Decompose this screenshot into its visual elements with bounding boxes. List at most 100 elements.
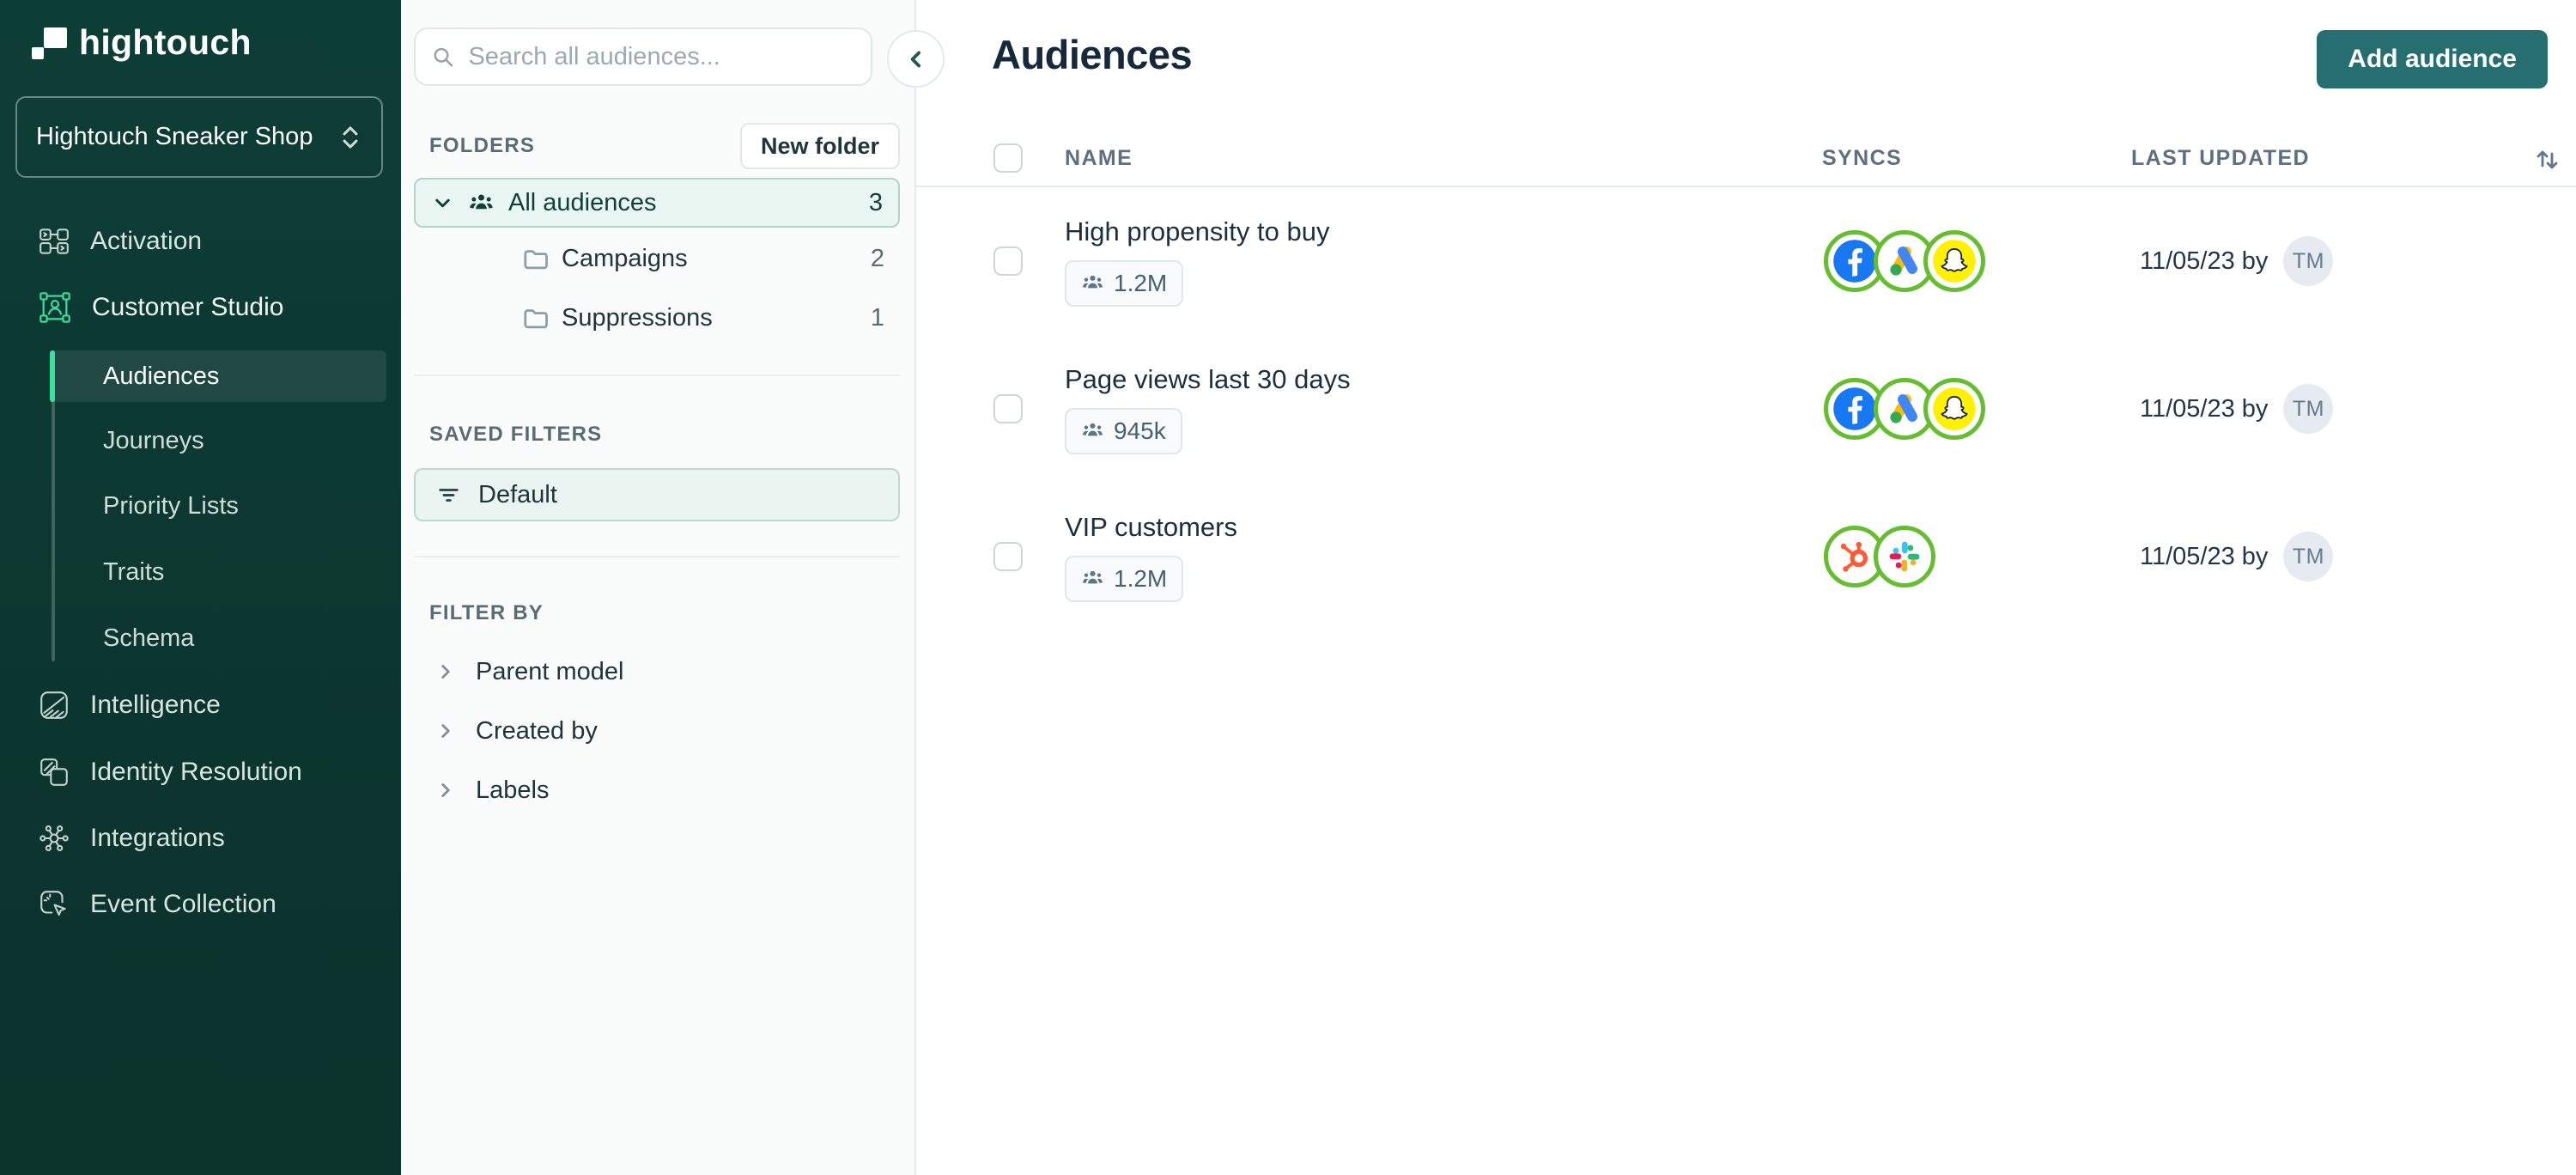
brand-name: hightouch <box>79 22 252 62</box>
sidebar-item-schema[interactable]: Schema <box>103 606 194 670</box>
hightouch-logo[interactable]: hightouch <box>29 22 252 63</box>
folder-all-audiences[interactable]: All audiences 3 <box>414 178 900 228</box>
sidebar-item-customer-studio[interactable]: Customer Studio <box>0 276 401 339</box>
sidebar-item-event-collection[interactable]: Event Collection <box>0 873 401 936</box>
identity-resolution-icon <box>40 758 68 786</box>
sidebar-item-label: Identity Resolution <box>90 758 302 786</box>
snapchat-sync[interactable] <box>1923 230 1985 292</box>
last-updated-cell: 11/05/23 by TM <box>2140 187 2334 335</box>
chevron-down-icon <box>435 198 450 207</box>
slack-sync[interactable] <box>1874 526 1935 588</box>
divider <box>414 374 900 376</box>
sidebar-item-journeys[interactable]: Journeys <box>103 409 204 472</box>
saved-filter-name: Default <box>478 480 557 508</box>
folders-panel: FOLDERS New folder All audiences 3 Campa… <box>401 0 916 1175</box>
column-header-name[interactable]: NAME <box>1065 129 1133 187</box>
audience-size-badge: 1.2M <box>1065 555 1184 602</box>
sidebar-item-intelligence[interactable]: Intelligence <box>0 673 401 737</box>
google-ads-icon <box>1890 394 1917 423</box>
avatar[interactable]: TM <box>2283 532 2334 581</box>
saved-filter-default[interactable]: Default <box>414 468 900 521</box>
folder-name: Campaigns <box>562 244 688 272</box>
sidebar-item-activation[interactable]: Activation <box>0 210 401 273</box>
event-collection-icon <box>40 891 66 916</box>
audience-name[interactable]: Page views last 30 days <box>1065 364 1351 395</box>
table-row[interactable]: VIP customers 1.2M 11/05/23 by TM <box>916 483 2576 630</box>
collapse-panel-button[interactable] <box>887 30 945 88</box>
saved-filters-section-label: SAVED FILTERS <box>429 423 603 446</box>
sidebar-item-identity-resolution[interactable]: Identity Resolution <box>0 740 401 804</box>
select-all-checkbox[interactable] <box>993 143 1023 173</box>
sidebar: hightouch Hightouch Sneaker Shop Activat… <box>0 0 401 1175</box>
column-header-syncs[interactable]: SYNCS <box>1822 129 1902 187</box>
row-checkbox[interactable] <box>993 542 1023 571</box>
folder-campaigns[interactable]: Campaigns 2 <box>414 234 900 283</box>
main-content: Audiences Add audience NAME SYNCS LAST U… <box>916 0 2576 1175</box>
sidebar-item-label: Traits <box>103 557 165 586</box>
folder-icon <box>524 249 548 269</box>
sidebar-item-label: Integrations <box>90 824 225 852</box>
active-item-indicator <box>50 350 55 402</box>
filter-labels[interactable]: Labels <box>414 766 900 814</box>
column-header-last-updated[interactable]: LAST UPDATED <box>2131 129 2310 187</box>
new-folder-button[interactable]: New folder <box>739 123 900 169</box>
sidebar-item-audiences[interactable]: Audiences <box>51 350 386 402</box>
search-input[interactable] <box>466 41 855 72</box>
folder-icon <box>524 308 548 328</box>
filter-label: Labels <box>476 776 550 804</box>
snapchat-icon <box>1933 240 1976 283</box>
folder-count: 1 <box>870 303 884 332</box>
add-audience-button[interactable]: Add audience <box>2317 30 2548 88</box>
filter-created-by[interactable]: Created by <box>414 707 900 755</box>
sidebar-item-label: Audiences <box>103 362 220 390</box>
audience-people-icon <box>470 194 493 209</box>
sidebar-item-integrations[interactable]: Integrations <box>0 807 401 870</box>
chevron-right-icon <box>441 783 450 797</box>
last-updated-text: 11/05/23 by <box>2140 394 2269 423</box>
chevron-left-icon <box>910 51 920 67</box>
sidebar-item-label: Intelligence <box>90 691 221 719</box>
filter-label: Parent model <box>476 657 624 685</box>
audience-name[interactable]: VIP customers <box>1065 512 1237 543</box>
audience-size-badge: 1.2M <box>1065 259 1184 307</box>
audience-name[interactable]: High propensity to buy <box>1065 216 1329 247</box>
folder-name: All audiences <box>508 188 657 216</box>
facebook-icon <box>1833 387 1876 430</box>
folder-suppressions[interactable]: Suppressions 1 <box>414 293 900 343</box>
sidebar-item-traits[interactable]: Traits <box>103 540 164 604</box>
workflow-icon <box>39 228 69 254</box>
table-header: NAME SYNCS LAST UPDATED <box>916 129 2576 187</box>
sidebar-item-label: Activation <box>90 227 203 255</box>
syncs-cell <box>1824 483 1935 630</box>
sort-icon[interactable] <box>2531 143 2562 174</box>
sidebar-item-label: Event Collection <box>90 890 276 918</box>
audience-size-badge: 945k <box>1065 407 1182 454</box>
search-icon <box>434 47 453 67</box>
folders-section-label: FOLDERS <box>429 134 536 157</box>
chevron-right-icon <box>441 665 450 679</box>
facebook-icon <box>1833 240 1876 283</box>
sidebar-item-label: Priority Lists <box>103 491 239 520</box>
filter-parent-model[interactable]: Parent model <box>414 648 900 696</box>
hightouch-logo-icon <box>29 23 69 63</box>
audience-people-icon <box>1082 423 1103 436</box>
snapchat-sync[interactable] <box>1923 378 1985 440</box>
avatar[interactable]: TM <box>2283 236 2334 286</box>
avatar[interactable]: TM <box>2283 384 2334 434</box>
sidebar-item-label: Customer Studio <box>92 293 284 321</box>
table-row[interactable]: High propensity to buy 1.2M 11/05/23 by … <box>916 187 2576 335</box>
intelligence-icon <box>40 691 68 719</box>
audience-size: 945k <box>1114 417 1166 444</box>
table-row[interactable]: Page views last 30 days 945k 11/05/23 by… <box>916 335 2576 483</box>
sidebar-item-label: Schema <box>103 624 195 652</box>
workspace-selector[interactable]: Hightouch Sneaker Shop <box>15 96 383 178</box>
workspace-name: Hightouch Sneaker Shop <box>36 123 313 150</box>
page-title: Audiences <box>992 32 1193 77</box>
filter-label: Created by <box>476 716 598 745</box>
row-checkbox[interactable] <box>993 247 1023 276</box>
sidebar-item-priority-lists[interactable]: Priority Lists <box>103 474 239 538</box>
audience-search[interactable] <box>414 27 872 86</box>
snapchat-icon <box>1933 387 1976 430</box>
hubspot-icon <box>1840 541 1868 572</box>
row-checkbox[interactable] <box>993 394 1023 423</box>
